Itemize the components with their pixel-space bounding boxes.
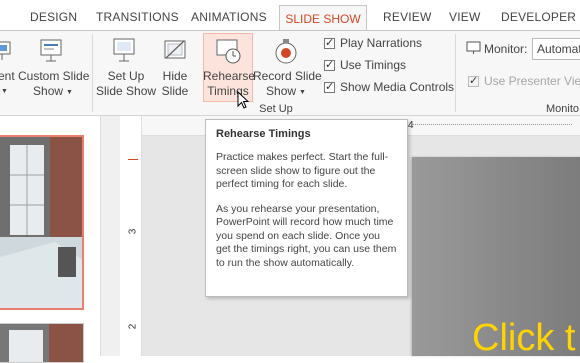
show-media-controls-checkbox[interactable]: [324, 80, 335, 93]
ruler-ticks: [412, 124, 572, 126]
monitor-icon: [466, 41, 481, 54]
ruler-marker: [128, 159, 138, 160]
pane-splitter[interactable]: [100, 116, 120, 356]
hide-slide-icon: [164, 40, 186, 59]
tab-view[interactable]: VIEW: [449, 10, 480, 24]
monitor-label: Monitor:: [484, 42, 528, 56]
office-photo-image: [0, 137, 82, 308]
custom-slide-show-icon: [40, 39, 62, 62]
ribbon-separator: [92, 34, 93, 112]
ribbon-separator: [455, 34, 456, 112]
partial-left-button-label[interactable]: ent: [0, 69, 15, 84]
tab-developer[interactable]: DEVELOPER: [501, 10, 576, 24]
tab-animations[interactable]: ANIMATIONS: [191, 10, 267, 24]
office-photo-image: [0, 324, 83, 362]
custom-slide-show-label-2: Show: [33, 84, 64, 98]
slide-thumbnail-selected[interactable]: [0, 135, 84, 310]
slide-canvas[interactable]: Click t: [412, 157, 580, 359]
use-timings-label: Use Timings: [340, 58, 407, 72]
use-timings-checkbox[interactable]: [324, 58, 335, 71]
chevron-down-icon: ▼: [66, 89, 73, 96]
hide-slide-label-2: Slide: [161, 84, 189, 98]
stopwatch-slide-icon: [216, 39, 241, 64]
hide-slide-button[interactable]: Hide Slide: [155, 69, 195, 99]
group-setup-label: Set Up: [259, 103, 293, 115]
slide-thumbnail[interactable]: [0, 323, 84, 363]
chevron-down-icon: ▼: [1, 88, 8, 95]
monitor-select-value: Automat: [537, 42, 580, 56]
tab-transitions[interactable]: TRANSITIONS: [96, 10, 179, 24]
record-slide-show-button[interactable]: Record Slide Show ▼: [253, 69, 322, 100]
set-up-slide-show-button[interactable]: Set Up Slide Show: [96, 69, 156, 99]
set-up-label-1: Set Up: [107, 69, 145, 83]
custom-slide-show-button[interactable]: Custom Slide Show ▼: [18, 69, 90, 100]
tooltip-title: Rehearse Timings: [216, 128, 311, 140]
slide-title-placeholder[interactable]: Click t: [472, 317, 575, 360]
custom-slide-show-label-1: Custom Slide: [18, 69, 90, 83]
mouse-cursor-icon: [237, 91, 250, 109]
ribbon-tab-row: DESIGN TRANSITIONS ANIMATIONS SLIDE SHOW…: [0, 0, 580, 31]
use-presenter-view-checkbox[interactable]: [468, 74, 479, 87]
tab-slide-show-label: SLIDE SHOW: [285, 12, 361, 26]
monitor-select[interactable]: Automat: [532, 38, 580, 60]
rehearse-label-1: Rehearse: [203, 69, 256, 83]
vertical-ruler: 3 2: [120, 116, 142, 356]
group-monitors-label: Monito: [546, 103, 580, 115]
ruler-number: 3: [127, 228, 139, 235]
presentation-icon: [0, 41, 11, 60]
play-narrations-label: Play Narrations: [340, 36, 423, 50]
tab-slide-show[interactable]: SLIDE SHOW: [279, 5, 367, 31]
tooltip-paragraph-2: As you rehearse your presentation, Power…: [216, 202, 397, 269]
rehearse-timings-tooltip: Rehearse Timings Practice makes perfect.…: [205, 119, 408, 297]
tab-review[interactable]: REVIEW: [383, 10, 432, 24]
record-label-1: Record Slide: [253, 69, 322, 83]
tooltip-paragraph-1: Practice makes perfect. Start the full-s…: [216, 151, 389, 190]
set-up-label-2: Slide Show: [96, 84, 157, 98]
record-label-2: Show: [266, 84, 297, 98]
tab-design[interactable]: DESIGN: [30, 10, 77, 24]
ruler-number: 2: [127, 323, 139, 330]
show-media-controls-label: Show Media Controls: [340, 80, 455, 94]
set-up-slide-show-icon: [113, 38, 135, 62]
play-narrations-checkbox[interactable]: [324, 36, 335, 49]
use-presenter-view-label: Use Presenter View: [484, 74, 580, 88]
hide-slide-label-1: Hide: [162, 69, 188, 83]
record-icon: [275, 39, 297, 64]
chevron-down-icon: ▼: [299, 89, 306, 96]
